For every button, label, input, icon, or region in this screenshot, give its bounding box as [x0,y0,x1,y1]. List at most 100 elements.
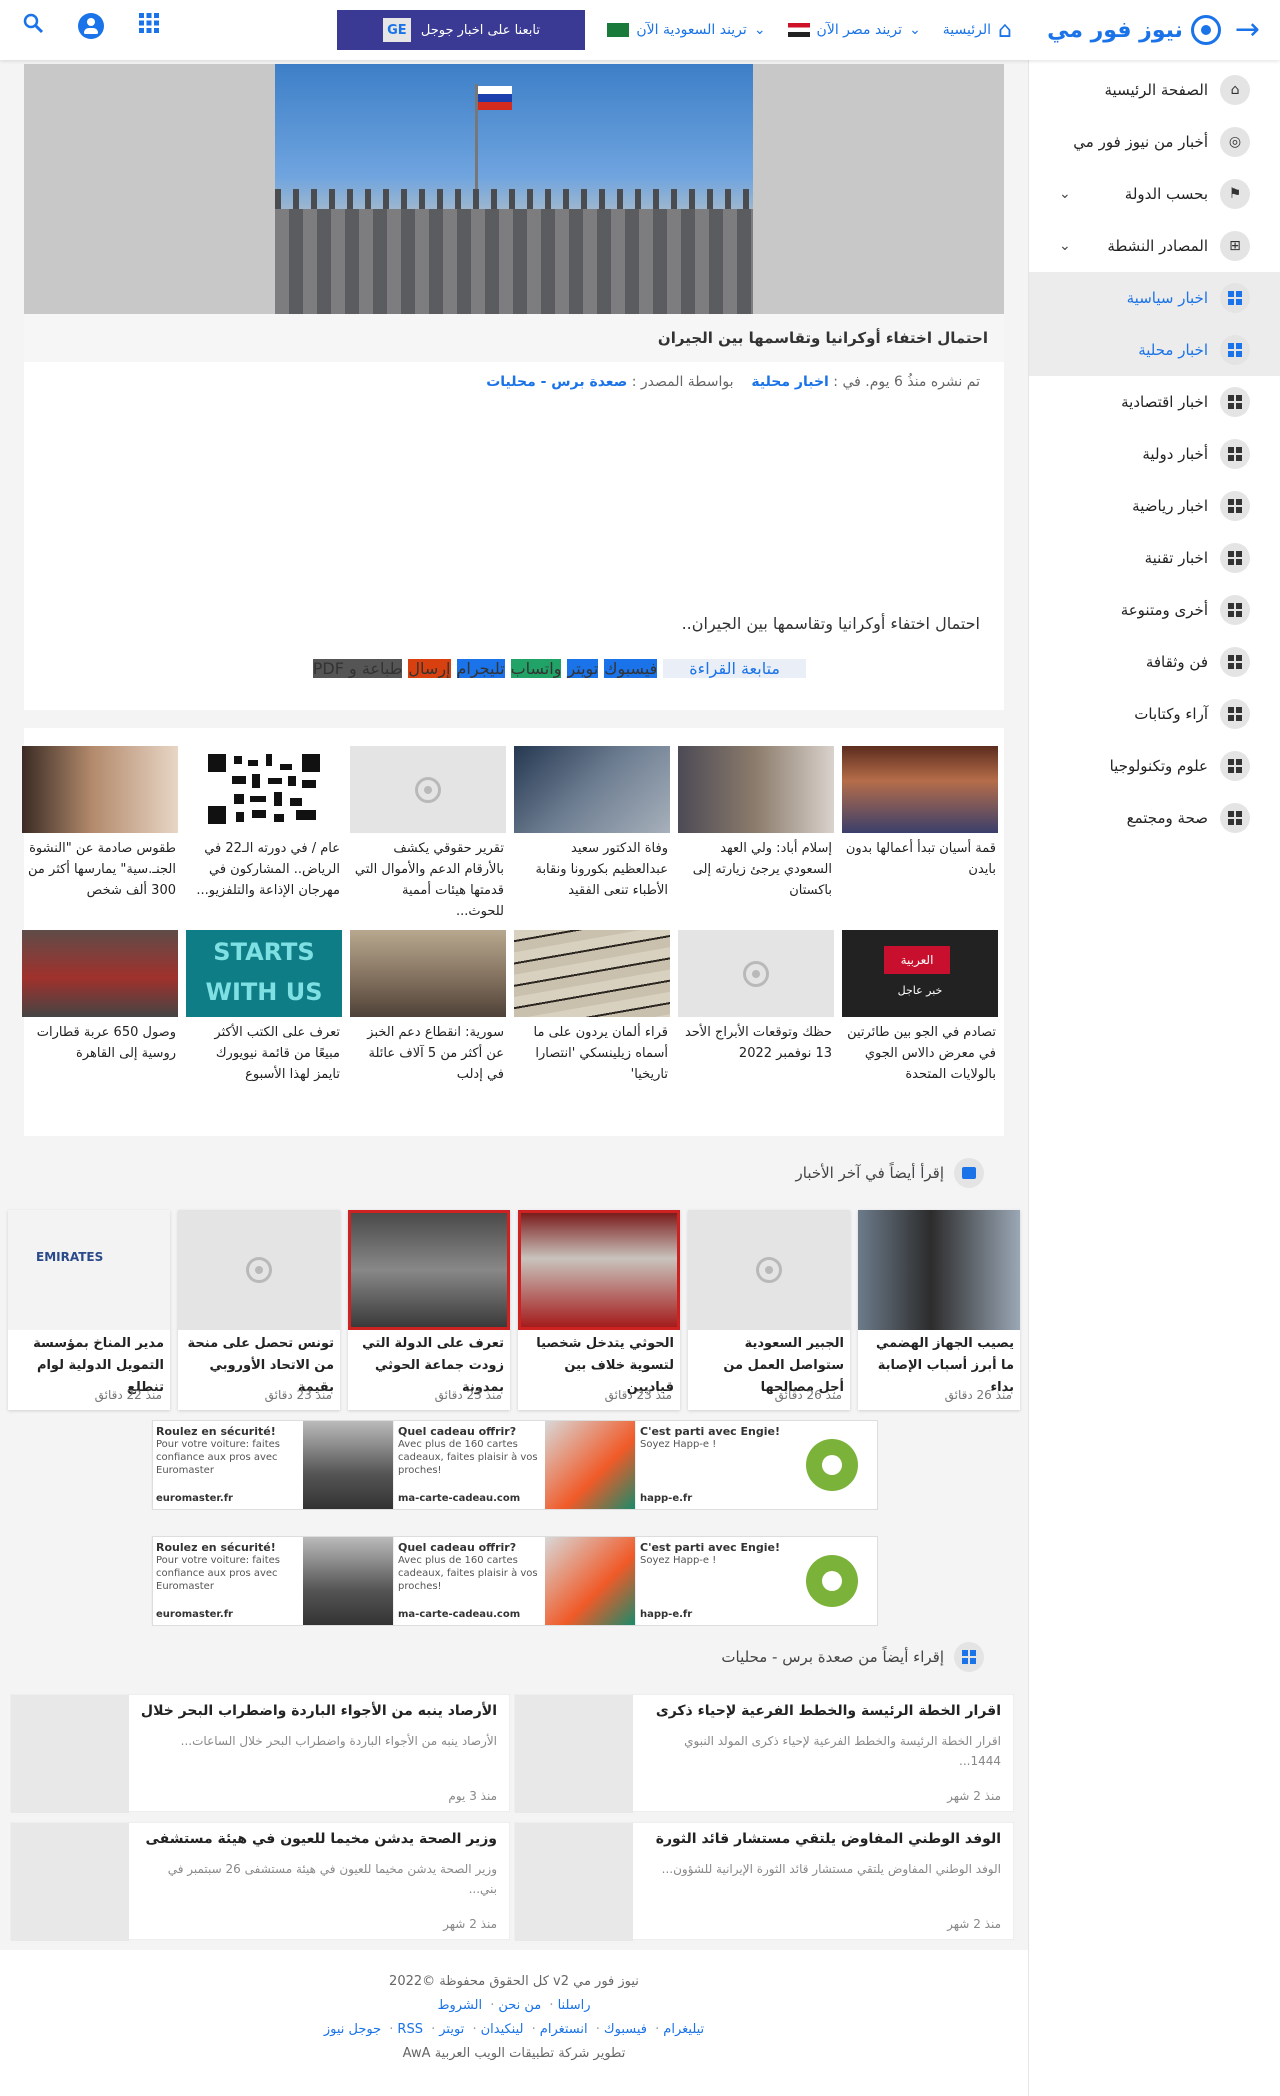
footer-link-telegram[interactable]: تيليغرام [663,2022,704,2037]
article: احتمال اختفاء أوكرانيا وتقاسمها بين الجي… [24,64,1004,710]
related-card[interactable]: طقوس صادمة عن "النشوة الجنـ.سية" يمارسها… [22,746,178,901]
category-link[interactable]: اخبار محلية [751,374,828,390]
related-caption: قمة أسيان تبدأ أعمالها بدون بايدن [845,841,996,877]
footer-link-terms[interactable]: الشروط [437,1998,482,2013]
home-icon: ⌂ [1220,75,1250,105]
ad-unit[interactable]: Roulez en sécurité! Pour votre voiture: f… [151,1421,393,1509]
ad-unit[interactable]: C'est parti avec Engie! Soyez Happ-e ! hap… [635,1421,877,1509]
share-facebook-button[interactable]: فيسبوك [604,659,658,678]
sources-icon: ⊞ [1220,231,1250,261]
ad-image [787,1537,877,1625]
ad-banner[interactable]: C'est parti avec Engie! Soyez Happ-e ! hap… [151,1536,878,1626]
related-card[interactable]: حظك وتوقعات الأبراج الأحد 13 نوفمبر 2022 [678,930,834,1064]
related-card[interactable]: قراء ألمان يردون على ما أسماه زيلينسكي '… [514,930,670,1085]
related-card[interactable]: وفاة الدكتور سعيد عبدالعظيم بكورونا ونقا… [514,746,670,901]
sidebar-item-active-sources[interactable]: ⊞ المصادر النشطة ⌄ [1029,220,1280,272]
related-card[interactable]: قمة أسيان تبدأ أعمالها بدون بايدن [842,746,998,880]
placeholder-icon [415,776,441,803]
arrow-right-icon[interactable]: → [1235,15,1260,45]
related-card[interactable]: تقرير حقوقي يكشف بالأرقام الدعم والأموال… [350,746,506,922]
site-logo[interactable]: نيوز فور مي [1047,15,1221,45]
published-label: تم نشره منذُ 6 يوم. في : [833,374,980,390]
latest-card[interactable]: الجبير السعودية ستواصل العمل من أجل مصال… [688,1210,850,1410]
latest-card[interactable]: تونس تحصل على منحة من الاتحاد الأوروبي ب… [178,1210,340,1410]
related-card[interactable]: وصول 650 عربة قطارات روسية إلى القاهرة [22,930,178,1064]
google-news-button[interactable]: تابعنا على اخبار جوجل GE [337,10,586,50]
latest-card[interactable]: EMIRATES مدير المناخ بمؤسسة التمويل الدو… [8,1210,170,1410]
home-icon: ⌂ [998,17,1012,43]
ad-desc: Avec plus de 160 cartes cadeaux, faites … [398,1439,538,1476]
sidebar-item-science[interactable]: علوم وتكنولوجيا [1029,740,1280,792]
sidebar-item-by-country[interactable]: ⚑ بحسب الدولة ⌄ [1029,168,1280,220]
latest-thumb: EMIRATES [8,1210,170,1330]
sidebar-item-local[interactable]: اخبار محلية [1029,324,1280,376]
footer-link-contact[interactable]: راسلنا [558,1998,591,2013]
chevron-down-icon[interactable]: ⌄ [1059,238,1071,254]
footer-link-google-news[interactable]: جوجل نيوز [324,2022,381,2037]
send-button[interactable]: إرسال [408,659,451,678]
latest-thumb [858,1210,1020,1330]
chevron-down-icon[interactable]: ⌄ [1059,186,1071,202]
sidebar-item-economy[interactable]: اخبار اقتصادية [1029,376,1280,428]
ad-image [545,1537,635,1625]
related-card[interactable]: عام / في دورته الـ22 في الرياض.. المشارك… [186,746,342,901]
footer-link-linkedin[interactable]: لينكيدان [481,2022,524,2037]
sidebar-item-tech[interactable]: اخبار تقنية [1029,532,1280,584]
sidebar-item-health[interactable]: صحة ومجتمع [1029,792,1280,844]
footer-link-about[interactable]: من نحن [498,1998,541,2013]
related-card[interactable]: STARTS WITH US تعرف على الكتب الأكثر مبي… [186,930,342,1085]
nav-trend-saudi[interactable]: ⌄ تريند السعودية الآن [607,22,766,38]
source-thumb [515,1823,633,1941]
account-icon[interactable] [78,13,104,39]
source-link[interactable]: صعدة برس - محليات [486,374,627,390]
russia-flag-icon [478,86,512,110]
nav-trend-egypt[interactable]: ⌄ تريند مصر الآن [787,22,921,38]
footer: نيوز فور مي v2 كل الحقوق محفوظة ©2022 را… [0,1950,1028,2096]
latest-card[interactable]: تعرف على الدولة التي زودت جماعة الحوثي ب… [348,1210,510,1410]
related-card[interactable]: إسلام أباد: ولي العهد السعودي يرجئ زيارت… [678,746,834,901]
footer-link-facebook[interactable]: فيسبوك [604,2022,647,2037]
source-list-item[interactable]: اقرار الخطة الرئيسة والخطط الفرعية لإحيا… [514,1694,1014,1813]
search-icon[interactable] [18,12,48,40]
ad-banner[interactable]: C'est parti avec Engie! Soyez Happ-e ! hap… [151,1420,878,1510]
sidebar-item-politics[interactable]: اخبار سياسية [1029,272,1280,324]
print-pdf-button[interactable]: طباعة و PDF [312,659,403,678]
related-thumb [514,930,670,1017]
follow-reading-button[interactable]: متابعة القراءة [663,659,806,678]
sidebar-item-sports[interactable]: اخبار رياضية [1029,480,1280,532]
related-thumb [186,746,342,833]
share-twitter-button[interactable]: تويتر [567,659,599,678]
ad-unit[interactable]: C'est parti avec Engie! Soyez Happ-e ! hap… [635,1537,877,1625]
share-telegram-button[interactable]: تليجرام [456,659,505,678]
ad-desc: Soyez Happ-e ! [640,1555,717,1566]
ad-unit[interactable]: Roulez en sécurité! Pour votre voiture: f… [151,1537,393,1625]
sidebar-item-home[interactable]: ⌂ الصفحة الرئيسية [1029,64,1280,116]
share-whatsapp-button[interactable]: واتساب [510,659,562,678]
category-grid-icon [1220,699,1250,729]
sidebar-item-culture[interactable]: فن وثقافة [1029,636,1280,688]
related-news: قمة أسيان تبدأ أعمالها بدون بايدن إسلام … [22,728,1004,1136]
ad-unit[interactable]: Quel cadeau offrir? Avec plus de 160 cart… [393,1421,635,1509]
footer-link-instagram[interactable]: انستغرام [540,2022,588,2037]
latest-card[interactable]: يصيب الجهاز الهضمي ما أبرز أسباب الإصابة… [858,1210,1020,1410]
sidebar-item-misc[interactable]: أخرى ومتنوعة [1029,584,1280,636]
ad-unit[interactable]: Quel cadeau offrir? Avec plus de 160 cart… [393,1537,635,1625]
sidebar-item-newsforme[interactable]: ◎ أخبار من نيوز فور مي [1029,116,1280,168]
broadcast-icon: ◎ [1220,127,1250,157]
ad-domain: happ-e.fr [640,1493,693,1504]
sidebar-item-label: اخبار رياضية [1132,497,1208,515]
source-list-item[interactable]: الوفد الوطني المفاوض يلتقي مستشار قائد ا… [514,1822,1014,1941]
ad-domain: euromaster.fr [156,1609,233,1620]
footer-link-rss[interactable]: RSS [397,2022,423,2037]
nav-home[interactable]: ⌂ الرئيسية [943,18,1012,43]
source-list-item[interactable]: وزير الصحة يدشن مخيما للعيون في هيئة مست… [10,1822,510,1941]
sidebar-item-opinion[interactable]: آراء وكتابات [1029,688,1280,740]
related-card[interactable]: سورية: انقطاع دعم الخبز عن أكثر من 5 آلا… [350,930,506,1085]
ad-domain: euromaster.fr [156,1493,233,1504]
latest-card[interactable]: الحوثي يتدخل شخصيا لتسوية خلاف بين قيادي… [518,1210,680,1410]
sidebar-item-world[interactable]: أخبار دولية [1029,428,1280,480]
footer-link-twitter[interactable]: تويتر [439,2022,464,2037]
apps-grid-icon[interactable] [134,12,164,40]
related-card[interactable]: العربية خبر عاجل تصادم في الجو بين طائرت… [842,930,998,1085]
source-list-item[interactable]: الأرصاد ينبه من الأجواء الباردة واضطراب … [10,1694,510,1813]
